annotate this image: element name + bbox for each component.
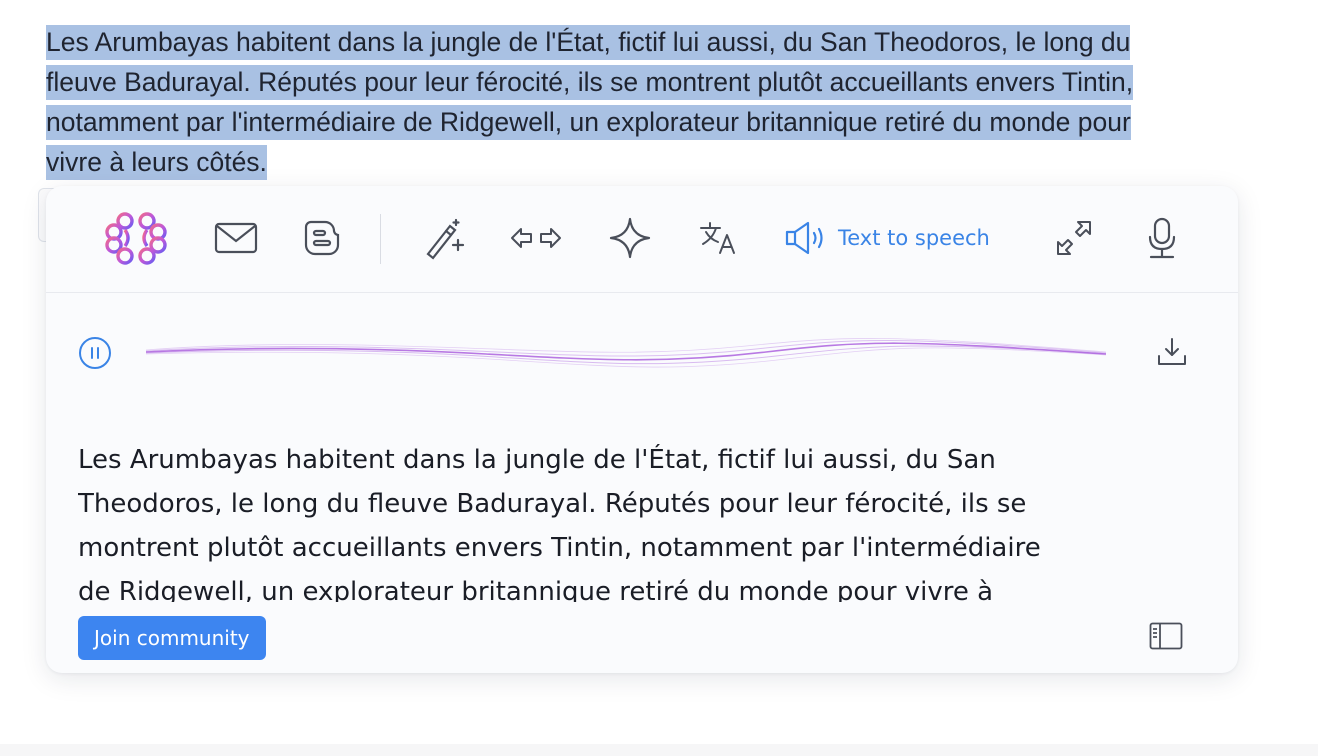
magic-wand-icon — [422, 216, 466, 260]
reading-line: de Ridgewell, un explorateur britannique… — [78, 577, 994, 602]
toolbar-divider — [380, 214, 381, 264]
pause-button[interactable] — [78, 336, 112, 370]
translate-icon — [698, 220, 738, 256]
text-to-speech-label: Text to speech — [838, 226, 990, 250]
bottom-strip — [0, 744, 1318, 756]
sparkle-icon — [609, 217, 651, 259]
sidebar-toggle-button[interactable] — [1148, 622, 1184, 654]
translate-button[interactable] — [694, 210, 742, 266]
audio-player — [46, 316, 1238, 396]
text-to-speech-button[interactable]: Text to speech — [784, 210, 1010, 266]
assistant-panel: Text to speech Les Arumbayas habitent da… — [46, 186, 1238, 673]
reading-line: Theodoros, le long du fleuve Badurayal. … — [78, 489, 1027, 519]
speaker-icon — [784, 220, 828, 256]
collapse-arrows-icon — [1054, 218, 1094, 258]
blogger-button[interactable] — [300, 210, 344, 266]
join-community-button[interactable]: Join community — [78, 616, 266, 660]
waveform — [145, 326, 1107, 382]
swap-arrows-icon — [508, 224, 564, 252]
swap-button[interactable] — [506, 210, 566, 266]
blogger-icon — [303, 219, 341, 257]
toolbar: Text to speech — [46, 186, 1238, 293]
microphone-button[interactable] — [1138, 210, 1186, 266]
brain-logo-icon — [101, 210, 171, 266]
selected-line: vivre à leurs côtés. — [46, 145, 267, 180]
download-icon — [1156, 338, 1188, 372]
reading-text: Les Arumbayas habitent dans la jungle de… — [78, 438, 1198, 602]
reading-line: Les Arumbayas habitent dans la jungle de… — [78, 445, 996, 475]
collapse-button[interactable] — [1050, 210, 1098, 266]
email-button[interactable] — [212, 210, 260, 266]
page: Les Arumbayas habitent dans la jungle de… — [0, 0, 1318, 756]
selected-line: notamment par l'intermédiaire de Ridgewe… — [46, 105, 1131, 140]
selected-line: Les Arumbayas habitent dans la jungle de… — [46, 25, 1131, 60]
mail-icon — [214, 221, 258, 255]
sidebar-icon — [1149, 622, 1183, 655]
reading-line: montrent plutôt accueillants envers Tint… — [78, 533, 1041, 563]
magic-write-button[interactable] — [420, 210, 468, 266]
brain-logo-button[interactable] — [98, 210, 174, 266]
selected-line: fleuve Badurayal. Réputés pour leur féro… — [46, 65, 1134, 100]
microphone-icon — [1146, 217, 1178, 259]
download-button[interactable] — [1156, 336, 1188, 368]
pause-icon — [78, 337, 112, 374]
ai-sparkle-button[interactable] — [606, 210, 654, 266]
selected-paragraph: Les Arumbayas habitent dans la jungle de… — [46, 22, 1266, 182]
